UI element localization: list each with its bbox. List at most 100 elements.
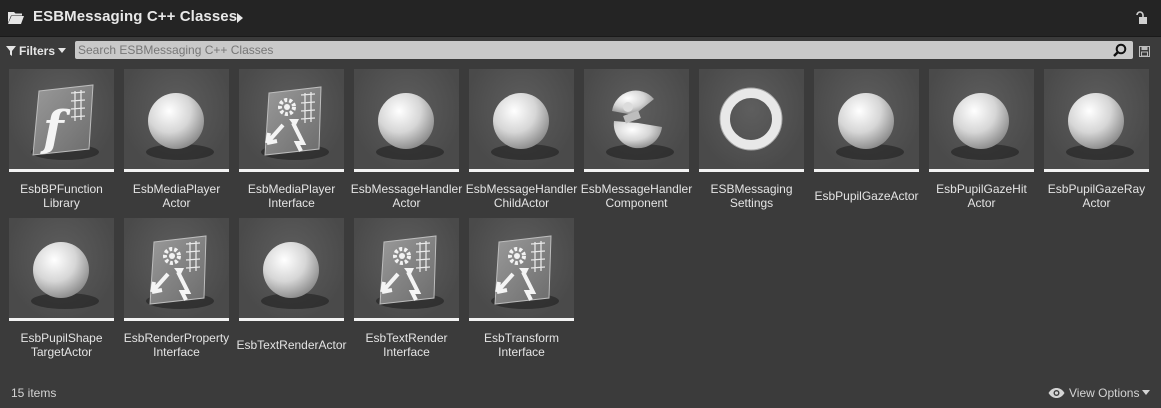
content-browser-header: ESBMessaging C++ Classes bbox=[0, 0, 1161, 37]
folder-open-icon[interactable] bbox=[8, 11, 24, 24]
asset-label-line1: EsbPupilGazeHit bbox=[936, 182, 1027, 196]
asset-thumbnail bbox=[354, 69, 459, 169]
asset-type-bar bbox=[239, 318, 344, 321]
asset-label: EsbBPFunction Library bbox=[3, 182, 120, 210]
asset-tile[interactable]: EsbMediaPlayer Interface bbox=[239, 69, 344, 214]
asset-tile[interactable]: f EsbBPFunction Library bbox=[9, 69, 114, 214]
asset-thumbnail bbox=[354, 218, 459, 318]
asset-tile[interactable]: EsbMessageHandler Actor bbox=[351, 69, 462, 214]
asset-type-bar bbox=[354, 169, 459, 172]
asset-label-line2: Interface bbox=[383, 345, 430, 359]
asset-tile[interactable]: ESBMessaging Settings bbox=[699, 69, 804, 214]
lock-icon[interactable] bbox=[1135, 11, 1148, 25]
asset-type-bar bbox=[699, 169, 804, 172]
asset-type-bar bbox=[239, 169, 344, 172]
asset-type-bar bbox=[1044, 169, 1149, 172]
asset-type-bar bbox=[124, 169, 229, 172]
asset-label-line1: EsbPupilGazeActor bbox=[814, 189, 919, 203]
asset-label: EsbPupilGazeActor bbox=[808, 189, 925, 203]
asset-thumbnail bbox=[469, 69, 574, 169]
asset-tile[interactable]: EsbPupilGazeRay Actor bbox=[1044, 69, 1149, 214]
asset-label: EsbTextRender Interface bbox=[348, 331, 465, 359]
asset-label-line1: EsbMediaPlayer bbox=[247, 182, 336, 196]
interface-icon bbox=[261, 86, 329, 160]
asset-thumbnail bbox=[124, 69, 229, 169]
asset-tile[interactable]: EsbTextRender Interface bbox=[354, 218, 459, 363]
sphere-actor-icon bbox=[146, 93, 214, 160]
interface-icon bbox=[146, 235, 214, 309]
asset-label: EsbTextRenderActor bbox=[233, 338, 350, 352]
chevron-right-icon[interactable] bbox=[236, 13, 244, 23]
function-library-icon: f bbox=[31, 84, 99, 160]
asset-thumbnail bbox=[239, 218, 344, 318]
asset-label-line2: Component bbox=[605, 196, 668, 210]
asset-thumbnail bbox=[469, 218, 574, 318]
asset-label-line2: Interface bbox=[268, 196, 315, 210]
asset-type-bar bbox=[814, 169, 919, 172]
folder-path-title[interactable]: ESBMessaging C++ Classes bbox=[33, 8, 237, 25]
asset-label-line1: EsbMessageHandler bbox=[465, 182, 578, 196]
asset-label-line2: Interface bbox=[153, 345, 200, 359]
asset-type-bar bbox=[929, 169, 1034, 172]
asset-label-line1: EsbMessageHandler bbox=[580, 182, 693, 196]
sphere-actor-icon bbox=[261, 242, 329, 309]
status-bar: 15 items View Options bbox=[0, 380, 1161, 408]
asset-label: EsbTransform Interface bbox=[463, 331, 580, 359]
sphere-actor-icon bbox=[491, 93, 559, 160]
asset-label: EsbPupilGazeRay Actor bbox=[1038, 182, 1155, 210]
asset-label-line2: Actor bbox=[967, 196, 996, 210]
asset-tile[interactable]: EsbTextRenderActor bbox=[236, 218, 347, 363]
filter-funnel-icon bbox=[6, 46, 16, 56]
view-options-button[interactable]: View Options bbox=[1048, 386, 1151, 400]
save-search-icon[interactable] bbox=[1139, 46, 1150, 57]
asset-label-line2: Settings bbox=[729, 196, 774, 210]
asset-type-bar bbox=[124, 318, 229, 321]
search-input[interactable] bbox=[78, 41, 1098, 59]
asset-label-line2: Actor bbox=[1082, 196, 1111, 210]
asset-thumbnail bbox=[584, 69, 689, 169]
asset-tile[interactable]: EsbPupilShape TargetActor bbox=[9, 218, 114, 363]
sphere-actor-icon bbox=[31, 242, 99, 309]
asset-type-bar bbox=[9, 169, 114, 172]
asset-tile[interactable]: EsbRenderProperty Interface bbox=[124, 218, 229, 363]
asset-label-line1: EsbTextRenderActor bbox=[236, 338, 347, 352]
asset-label: EsbMediaPlayer Interface bbox=[233, 182, 350, 210]
asset-label-line1: EsbPupilShape bbox=[20, 331, 103, 345]
asset-tile[interactable]: EsbPupilGazeHit Actor bbox=[929, 69, 1034, 214]
filter-toolbar: Filters bbox=[0, 37, 1161, 65]
view-options-label: View Options bbox=[1069, 386, 1140, 400]
search-box bbox=[75, 41, 1133, 59]
asset-label: ESBMessaging Settings bbox=[693, 182, 810, 210]
interface-icon bbox=[376, 235, 444, 309]
filters-label: Filters bbox=[19, 44, 56, 58]
asset-tile[interactable]: EsbPupilGazeActor bbox=[814, 69, 919, 214]
caret-down-icon bbox=[58, 48, 67, 53]
eye-icon bbox=[1048, 388, 1065, 398]
asset-label-line1: EsbPupilGazeRay bbox=[1047, 182, 1146, 196]
asset-label: EsbRenderProperty Interface bbox=[118, 331, 235, 359]
search-icon[interactable] bbox=[1113, 43, 1127, 57]
asset-label: EsbMessageHandler Component bbox=[578, 182, 695, 210]
asset-tile[interactable]: EsbMessageHandler ChildActor bbox=[466, 69, 577, 214]
asset-tile[interactable]: EsbTransform Interface bbox=[469, 218, 574, 363]
asset-tile[interactable]: EsbMessageHandler Component bbox=[581, 69, 692, 214]
asset-label-line2: Interface bbox=[498, 345, 545, 359]
settings-ring-icon bbox=[719, 87, 783, 151]
caret-down-icon bbox=[1142, 390, 1151, 395]
asset-label-line1: EsbMessageHandler bbox=[350, 182, 463, 196]
asset-thumbnail bbox=[929, 69, 1034, 169]
sphere-actor-icon bbox=[951, 93, 1019, 160]
asset-thumbnail bbox=[124, 218, 229, 318]
asset-type-bar bbox=[469, 169, 574, 172]
asset-label-line1: EsbRenderProperty bbox=[123, 331, 230, 345]
asset-label-line2: Actor bbox=[392, 196, 421, 210]
asset-label-line2: Actor bbox=[162, 196, 191, 210]
asset-label: EsbMessageHandler ChildActor bbox=[463, 182, 580, 210]
asset-thumbnail bbox=[814, 69, 919, 169]
asset-label: EsbMediaPlayer Actor bbox=[118, 182, 235, 210]
asset-tile[interactable]: EsbMediaPlayer Actor bbox=[124, 69, 229, 214]
asset-label-line1: EsbTextRender bbox=[365, 331, 448, 345]
asset-label: EsbPupilGazeHit Actor bbox=[923, 182, 1040, 210]
asset-thumbnail bbox=[239, 69, 344, 169]
filters-button[interactable]: Filters bbox=[6, 43, 68, 59]
